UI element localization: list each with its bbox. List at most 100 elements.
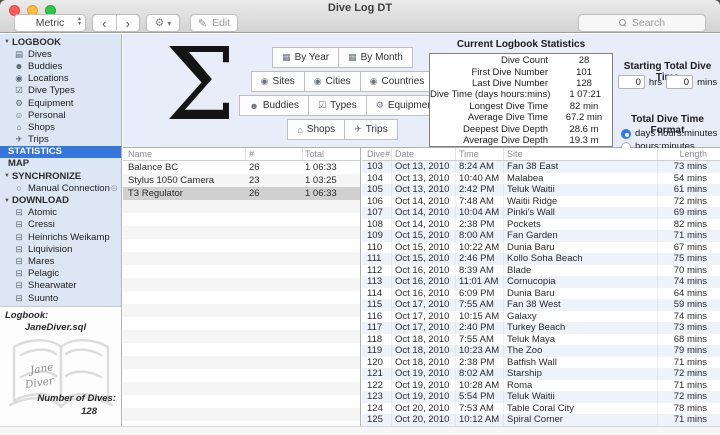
table-row[interactable]: 113Oct 16, 201011:01 AMCornucopia74 mins [362,276,720,288]
sidebar-item-mares[interactable]: ⊟Mares [0,255,121,267]
search-input[interactable]: Search [578,14,706,32]
table-row[interactable]: 111Oct 15, 20102:46 PMKollo Soha Beach75… [362,253,720,265]
minutes-field[interactable] [666,75,693,89]
table-row[interactable]: Stylus 1050 Camera231 03:25 [123,174,360,187]
forward-button[interactable]: › [117,15,140,31]
cities-button[interactable]: ◉Cities [304,71,361,92]
equipment-icon: ⚙ [13,98,25,109]
table-row[interactable]: Balance BC261 06:33 [123,161,360,174]
sidebar-item-label: Pelagic [28,268,59,279]
column-header-name[interactable]: Name [123,148,246,160]
table-row[interactable]: 119Oct 18, 201010:23 AMThe Zoo79 mins [362,345,720,357]
length-cell: 69 mins [658,207,720,219]
table-row[interactable]: 121Oct 19, 20108:02 AMStarship72 mins [362,368,720,380]
sidebar-section-synchronize[interactable]: ▼ SYNCHRONIZE [0,170,121,182]
button-label: Buddies [263,100,299,111]
table-row[interactable]: 120Oct 18, 20102:38 PMBatfish Wall71 min… [362,357,720,369]
horizontal-scrollbar[interactable] [0,426,720,435]
sidebar-item-atomic[interactable]: ⊟Atomic [0,207,121,219]
column-header-site[interactable]: Site [504,148,658,160]
column-header--[interactable]: # [246,148,303,160]
radio-option[interactable]: days hours:minutes [621,127,717,140]
column-header-dive-[interactable]: Dive# [362,148,392,160]
sidebar-item-buddies[interactable]: ☻Buddies [0,60,121,72]
dive-number-cell: 105 [362,184,392,196]
table-row[interactable]: 114Oct 16, 20106:09 PMDunia Baru64 mins [362,288,720,300]
sites-button[interactable]: ◉Sites [251,71,305,92]
by-year-button[interactable]: ▦By Year [272,47,339,68]
table-row[interactable]: 110Oct 15, 201010:22 AMDunia Baru67 mins [362,242,720,254]
shops-button[interactable]: ⌂Shops [287,119,345,140]
table-row[interactable]: 118Oct 18, 20107:55 AMTeluk Maya68 mins [362,334,720,346]
sidebar-item-equipment[interactable]: ⚙Equipment [0,97,121,109]
table-row[interactable]: 116Oct 17, 201010:15 AMGalaxy74 mins [362,311,720,323]
sidebar-item-label: Equipment [28,98,73,109]
sidebar-item-pelagic[interactable]: ⊟Pelagic [0,268,121,280]
table-row[interactable]: 115Oct 17, 20107:55 AMFan 38 West59 mins [362,299,720,311]
table-row[interactable]: 112Oct 16, 20108:39 AMBlade70 mins [362,265,720,277]
table-row[interactable]: 104Oct 13, 201010:40 AMMalabea54 mins [362,173,720,185]
sidebar-item-personal[interactable]: ☺Personal [0,109,121,121]
back-button[interactable]: ‹ [93,15,117,31]
site-cell: Starship [504,368,658,380]
buddies-button[interactable]: ☻Buddies [239,95,309,116]
sidebar-item-locations[interactable]: ◉Locations [0,73,121,85]
sidebar-item-label: Liquivision [28,244,72,255]
sidebar-item-liquivision[interactable]: ⊟Liquivision [0,243,121,255]
trips-button[interactable]: ✈Trips [344,119,397,140]
metric-dropdown[interactable]: Metric ▲▼ [14,14,86,32]
table-row[interactable]: 107Oct 14, 201010:04 AMPinki's Wall69 mi… [362,207,720,219]
by-month-button[interactable]: ▦By Month [338,47,413,68]
table-row[interactable]: 124Oct 20, 20107:53 AMTable Coral City78… [362,403,720,415]
stat-value: 128 [556,78,612,89]
sidebar-item-label: Atomic [28,207,57,218]
buddies-icon: ☻ [13,61,25,71]
table-row[interactable]: 123Oct 19, 20105:54 PMTeluk Waitii72 min… [362,391,720,403]
sidebar-item-map[interactable]: MAP [0,158,121,170]
sidebar-item-cressi[interactable]: ⊟Cressi [0,219,121,231]
length-cell: 68 mins [658,334,720,346]
types-button[interactable]: ☑Types [308,95,367,116]
sidebar-item-suunto[interactable]: ⊟Suunto [0,292,121,304]
empty-row [123,213,360,226]
sidebar-item-dive-types[interactable]: ☑Dive Types [0,85,121,97]
sidebar-section-download[interactable]: ▼ DOWNLOAD [0,194,121,206]
table-row[interactable]: 109Oct 15, 20108:00 AMFan Garden71 mins [362,230,720,242]
countries-button[interactable]: ◉Countries [360,71,435,92]
sidebar-item-heinrichs-weikamp[interactable]: ⊟Heinrichs Weikamp [0,231,121,243]
dive-number-cell: 115 [362,299,392,311]
site-cell: Pockets [504,219,658,231]
table-row[interactable]: 125Oct 20, 201010:12 AMSpiral Corner71 m… [362,414,720,426]
search-icon [619,19,627,27]
table-row[interactable]: 105Oct 13, 20102:42 PMTeluk Waitii61 min… [362,184,720,196]
sidebar-item-shearwater[interactable]: ⊟Shearwater [0,280,121,292]
table-row[interactable]: 117Oct 17, 20102:40 PMTurkey Beach73 min… [362,322,720,334]
section-label: DOWNLOAD [12,195,69,206]
table-row[interactable]: 108Oct 14, 20102:38 PMPockets82 mins [362,219,720,231]
site-cell: Fan 38 East [504,161,658,173]
hours-field[interactable] [618,75,645,89]
table-row[interactable]: T3 Regulator261 06:33 [123,187,360,200]
empty-row [123,265,360,278]
sidebar-section-logbook[interactable]: ▼ LOGBOOK [0,36,121,48]
sidebar-item-statistics[interactable]: STATISTICS [0,146,121,158]
column-header-length[interactable]: Length [658,148,720,160]
eject-button[interactable]: ⊖ [110,183,118,194]
sidebar-item-trips[interactable]: ✈Trips [0,134,121,146]
sidebar-item-shops[interactable]: ⌂Shops [0,121,121,133]
column-header-time[interactable]: Time [456,148,504,160]
radio-selected-icon[interactable] [621,129,631,139]
table-row[interactable]: 106Oct 14, 20107:48 AMWaitii Ridge72 min… [362,196,720,208]
site-cell: Teluk Waitii [504,391,658,403]
table-row[interactable]: 103Oct 13, 20108:24 AMFan 38 East73 mins [362,161,720,173]
sidebar-item-dives[interactable]: ▤Dives [0,48,121,60]
stat-value: 67.2 min [556,112,612,123]
search-placeholder: Search [632,17,665,29]
sidebar-item-manual-connection[interactable]: ○ Manual Connection ⊖ [0,182,121,194]
disclosure-triangle-icon: ▼ [4,173,10,179]
column-header-date[interactable]: Date [392,148,456,160]
stat-buttons: ▦By Year▦By Month ◉Sites◉Cities◉Countries… [235,47,451,140]
column-header-total[interactable]: Total [303,148,360,160]
table-row[interactable]: 122Oct 19, 201010:28 AMRoma71 mins [362,380,720,392]
dive-number-cell: 121 [362,368,392,380]
